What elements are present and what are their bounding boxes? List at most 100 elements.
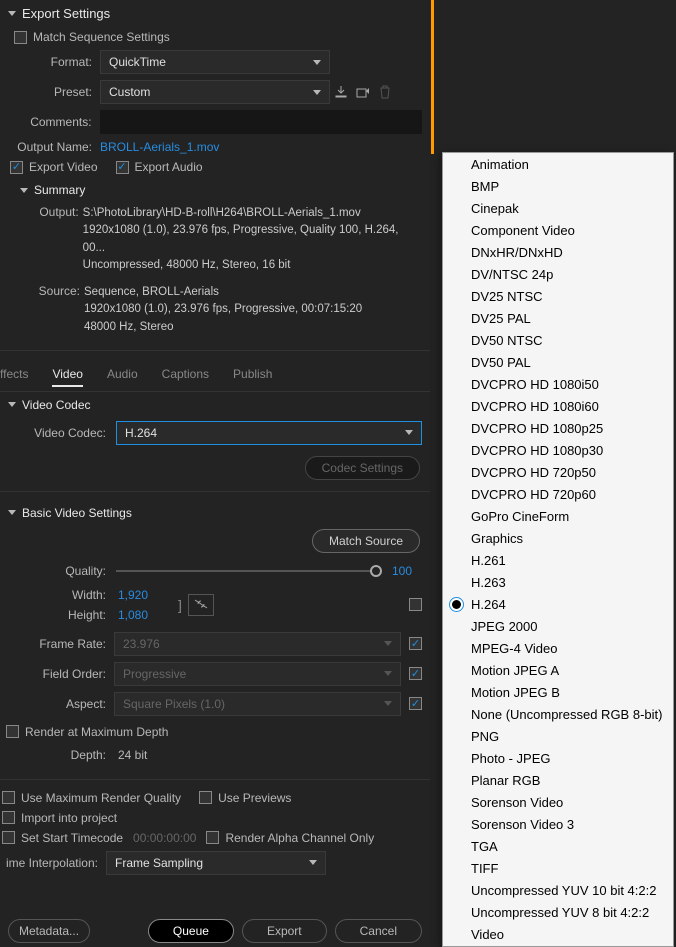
codec-menu-item[interactable]: Planar RGB <box>443 769 673 791</box>
save-preset-icon[interactable] <box>330 81 352 103</box>
codec-menu-item[interactable]: DV50 PAL <box>443 351 673 373</box>
codec-menu-item[interactable]: None (Uncompressed RGB 8-bit) <box>443 703 673 725</box>
tab-captions[interactable]: Captions <box>162 367 209 387</box>
codec-menu-item[interactable]: MPEG-4 Video <box>443 637 673 659</box>
codec-menu-item[interactable]: H.264 <box>443 593 673 615</box>
codec-menu-item[interactable]: Motion JPEG B <box>443 681 673 703</box>
dimensions-match-checkbox[interactable] <box>409 598 422 611</box>
aspect-label: Aspect: <box>8 697 106 711</box>
codec-menu-item[interactable]: DVCPRO HD 1080p30 <box>443 439 673 461</box>
codec-menu-item[interactable]: DVCPRO HD 720p60 <box>443 483 673 505</box>
render-alpha-checkbox[interactable] <box>206 831 219 844</box>
output-name-link[interactable]: BROLL-Aerials_1.mov <box>100 140 219 154</box>
codec-menu-item[interactable]: DVCPRO HD 720p50 <box>443 461 673 483</box>
codec-menu-label: Animation <box>471 157 529 172</box>
cancel-button[interactable]: Cancel <box>335 919 422 943</box>
codec-menu-label: DV50 NTSC <box>471 333 543 348</box>
preset-dropdown[interactable]: Custom <box>100 80 330 104</box>
link-dimensions-icon[interactable] <box>188 594 214 616</box>
codec-menu-item[interactable]: Video <box>443 923 673 945</box>
video-codec-header[interactable]: Video Codec <box>0 392 430 418</box>
codec-menu-item[interactable]: DVCPRO HD 1080p25 <box>443 417 673 439</box>
codec-menu-item[interactable]: Sorenson Video <box>443 791 673 813</box>
codec-settings-button[interactable]: Codec Settings <box>305 456 420 480</box>
aspect-value: Square Pixels (1.0) <box>123 697 225 711</box>
codec-menu-item[interactable]: H.261 <box>443 549 673 571</box>
summary-header[interactable]: Summary <box>0 177 430 203</box>
codec-menu-item[interactable]: GoPro CineForm <box>443 505 673 527</box>
codec-menu-item[interactable]: DNxHR/DNxHD <box>443 241 673 263</box>
codec-menu-item[interactable]: DV25 NTSC <box>443 285 673 307</box>
render-max-depth-checkbox[interactable] <box>6 725 19 738</box>
comments-input[interactable] <box>100 110 422 134</box>
export-settings-header[interactable]: Export Settings <box>0 0 430 27</box>
import-preset-icon[interactable] <box>352 81 374 103</box>
codec-menu-item[interactable]: Animation <box>443 153 673 175</box>
tab-publish[interactable]: Publish <box>233 367 272 387</box>
codec-menu-item[interactable]: DVCPRO HD 1080i60 <box>443 395 673 417</box>
metadata-button[interactable]: Metadata... <box>8 919 90 943</box>
timecode-value[interactable]: 00:00:00:00 <box>133 831 196 845</box>
chevron-down-icon <box>8 11 16 16</box>
export-audio-label: Export Audio <box>135 160 203 174</box>
output-label: Output: <box>24 205 79 274</box>
codec-menu-label: DVCPRO HD 720p50 <box>471 465 596 480</box>
height-value[interactable]: 1,080 <box>118 608 148 622</box>
use-previews-checkbox[interactable] <box>199 791 212 804</box>
codec-menu-item[interactable]: PNG <box>443 725 673 747</box>
codec-menu-item[interactable]: BMP <box>443 175 673 197</box>
use-max-quality-label: Use Maximum Render Quality <box>21 791 181 805</box>
chevron-down-icon <box>20 188 28 193</box>
format-dropdown[interactable]: QuickTime <box>100 50 330 74</box>
width-value[interactable]: 1,920 <box>118 588 148 602</box>
aspect-dropdown[interactable]: Square Pixels (1.0) <box>114 692 401 716</box>
import-project-label: Import into project <box>21 811 117 825</box>
codec-menu-item[interactable]: Uncompressed YUV 10 bit 4:2:2 <box>443 879 673 901</box>
basic-video-header[interactable]: Basic Video Settings <box>0 500 430 526</box>
slider-thumb[interactable] <box>370 565 382 577</box>
export-button[interactable]: Export <box>242 919 327 943</box>
fieldorder-dropdown[interactable]: Progressive <box>114 662 401 686</box>
codec-menu-item[interactable]: Sorenson Video 3 <box>443 813 673 835</box>
codec-menu-item[interactable]: TIFF <box>443 857 673 879</box>
delete-preset-icon[interactable] <box>374 81 396 103</box>
quality-value[interactable]: 100 <box>392 564 422 578</box>
codec-menu-item[interactable]: TGA <box>443 835 673 857</box>
framerate-match-checkbox[interactable] <box>409 637 422 650</box>
radio-icon <box>447 600 465 609</box>
import-project-checkbox[interactable] <box>2 811 15 824</box>
codec-menu-label: DVCPRO HD 1080p25 <box>471 421 603 436</box>
codec-dropdown-menu[interactable]: Animation BMPCinepakComponent VideoDNxHR/… <box>442 152 674 947</box>
match-sequence-checkbox[interactable] <box>14 31 27 44</box>
codec-menu-item[interactable]: DVCPRO HD 1080i50 <box>443 373 673 395</box>
codec-menu-item[interactable]: Component Video <box>443 219 673 241</box>
codec-menu-item[interactable]: H.263 <box>443 571 673 593</box>
codec-menu-item[interactable]: DV25 PAL <box>443 307 673 329</box>
codec-menu-label: GoPro CineForm <box>471 509 569 524</box>
codec-menu-item[interactable]: DV/NTSC 24p <box>443 263 673 285</box>
tab-video[interactable]: Video <box>52 367 82 387</box>
queue-button[interactable]: Queue <box>148 919 234 943</box>
export-video-checkbox[interactable] <box>10 161 23 174</box>
quality-slider[interactable] <box>116 570 382 572</box>
tab-effects[interactable]: ffects <box>0 367 28 387</box>
tab-audio[interactable]: Audio <box>107 367 138 387</box>
set-start-tc-checkbox[interactable] <box>2 831 15 844</box>
use-max-quality-checkbox[interactable] <box>2 791 15 804</box>
chevron-down-icon <box>384 641 392 646</box>
aspect-match-checkbox[interactable] <box>409 697 422 710</box>
codec-menu-item[interactable]: JPEG 2000 <box>443 615 673 637</box>
video-codec-dropdown[interactable]: H.264 <box>116 421 422 445</box>
framerate-dropdown[interactable]: 23.976 <box>114 632 401 656</box>
preset-value: Custom <box>109 85 150 99</box>
codec-menu-item[interactable]: Photo - JPEG <box>443 747 673 769</box>
export-audio-checkbox[interactable] <box>116 161 129 174</box>
time-interp-dropdown[interactable]: Frame Sampling <box>106 851 326 875</box>
codec-menu-item[interactable]: DV50 NTSC <box>443 329 673 351</box>
codec-menu-item[interactable]: Uncompressed YUV 8 bit 4:2:2 <box>443 901 673 923</box>
codec-menu-item[interactable]: Graphics <box>443 527 673 549</box>
fieldorder-match-checkbox[interactable] <box>409 667 422 680</box>
codec-menu-item[interactable]: Cinepak <box>443 197 673 219</box>
codec-menu-item[interactable]: Motion JPEG A <box>443 659 673 681</box>
match-source-button[interactable]: Match Source <box>312 529 420 553</box>
